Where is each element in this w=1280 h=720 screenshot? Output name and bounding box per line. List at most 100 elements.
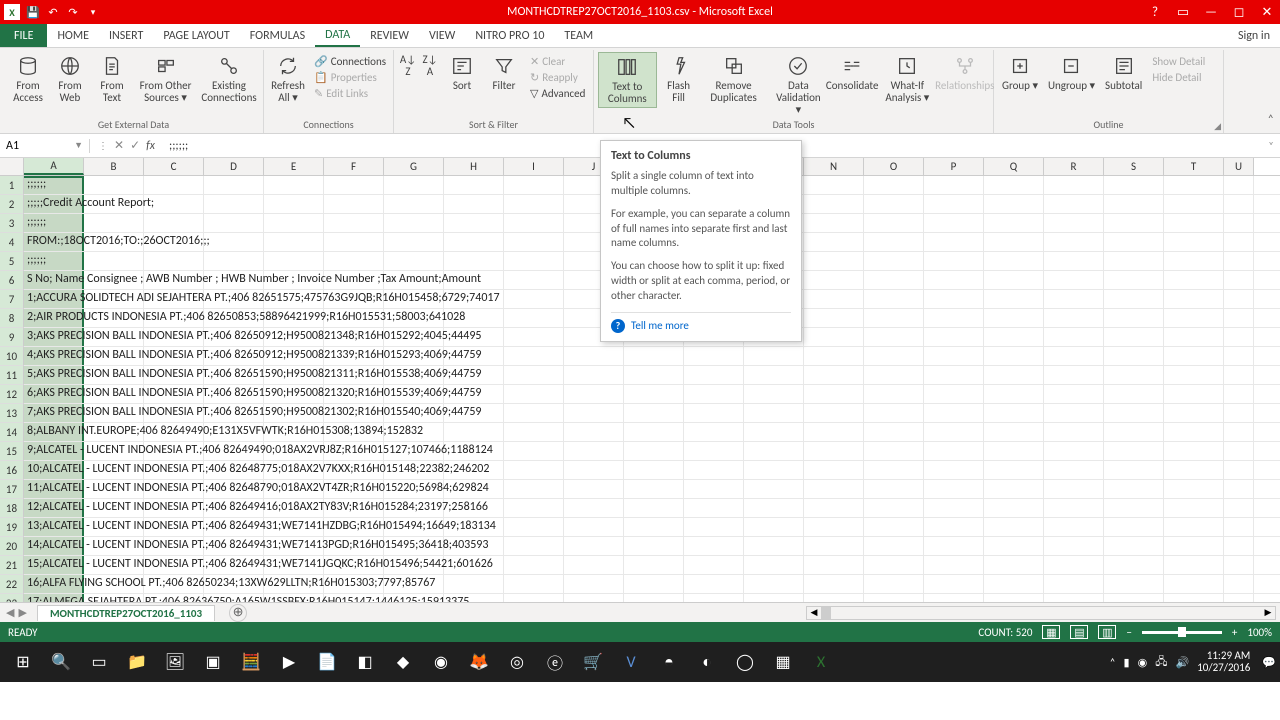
sort-az-button[interactable]: A↓Z [398,52,418,82]
tray-icon[interactable]: ◉ [1138,656,1148,669]
chevron-down-icon[interactable]: ▼ [74,140,83,151]
app-icon[interactable]: ▶ [270,646,308,678]
refresh-all-button[interactable]: Refresh All ▾ [268,52,308,106]
excel-taskbar-icon[interactable]: X [802,646,840,678]
row-header[interactable]: 16 [0,461,24,480]
file-tab[interactable]: FILE [0,24,47,47]
row-header[interactable]: 14 [0,423,24,442]
sheet-next-icon[interactable]: ▶ [18,606,26,619]
column-header-N[interactable]: N [804,158,864,175]
column-header-D[interactable]: D [204,158,264,175]
tab-home[interactable]: HOME [47,24,99,47]
row-header[interactable]: 21 [0,556,24,575]
column-header-Q[interactable]: Q [984,158,1044,175]
horizontal-scrollbar[interactable]: ◀ ▶ [806,606,1276,620]
app-icon[interactable]: ▦ [764,646,802,678]
row-header[interactable]: 17 [0,480,24,499]
zoom-slider[interactable] [1142,631,1222,634]
cancel-formula-icon[interactable]: ✕ [114,138,124,153]
tab-nitro[interactable]: NITRO PRO 10 [465,24,554,47]
minimize-button[interactable]: — [1198,2,1224,22]
search-icon[interactable]: 🔍 [42,646,80,678]
volume-icon[interactable]: 🔊 [1175,656,1189,669]
consolidate-button[interactable]: Consolidate [830,52,874,94]
zoom-in-button[interactable]: + [1232,626,1237,639]
close-button[interactable]: ✕ [1254,2,1280,22]
from-access-button[interactable]: From Access [8,52,48,106]
group-button[interactable]: Group ▾ [998,52,1042,94]
column-header-S[interactable]: S [1104,158,1164,175]
scroll-left-icon[interactable]: ◀ [807,607,821,619]
row-header[interactable]: 15 [0,442,24,461]
chrome-icon[interactable]: ◎ [498,646,536,678]
row-header[interactable]: 22 [0,575,24,594]
subtotal-button[interactable]: Subtotal [1101,52,1146,94]
column-header-R[interactable]: R [1044,158,1104,175]
visio-icon[interactable]: V [612,646,650,678]
from-other-sources-button[interactable]: From Other Sources ▾ [134,52,197,106]
zoom-out-button[interactable]: − [1126,626,1131,639]
fx-icon[interactable]: fx [146,139,155,153]
help-button[interactable]: ? [1142,2,1168,22]
column-header-I[interactable]: I [504,158,564,175]
collapse-ribbon-icon[interactable]: ˄ [1268,113,1274,127]
row-header[interactable]: 6 [0,271,24,290]
firefox-icon[interactable]: 🦊 [460,646,498,678]
calculator-icon[interactable]: 🧮 [232,646,270,678]
tab-insert[interactable]: INSERT [99,24,153,47]
sheet-prev-icon[interactable]: ◀ [6,606,14,619]
row-header[interactable]: 8 [0,309,24,328]
accept-formula-icon[interactable]: ✓ [130,138,140,153]
advanced-button[interactable]: ▽Advanced [526,86,589,101]
row-header[interactable]: 11 [0,366,24,385]
app-icon[interactable]: 📄 [308,646,346,678]
connections-button[interactable]: 🔗Connections [310,54,390,69]
page-layout-view-button[interactable]: ▤ [1070,625,1088,639]
undo-icon[interactable]: ↶ [46,5,60,19]
qat-dropdown-icon[interactable]: ▾ [86,5,100,19]
select-all-button[interactable] [0,158,24,175]
tray-up-icon[interactable]: ˄ [1110,656,1116,669]
terminal-icon[interactable]: ▣ [194,646,232,678]
save-icon[interactable]: 💾 [26,5,40,19]
row-header[interactable]: 3 [0,214,24,233]
column-header-B[interactable]: B [84,158,144,175]
tab-review[interactable]: REVIEW [360,24,419,47]
column-header-C[interactable]: C [144,158,204,175]
sheet-nav[interactable]: ◀▶ [0,606,33,619]
row-header[interactable]: 12 [0,385,24,404]
app-icon[interactable]: ◯ [726,646,764,678]
column-header-E[interactable]: E [264,158,324,175]
zoom-level[interactable]: 100% [1247,626,1272,639]
flash-fill-button[interactable]: Flash Fill [659,52,699,106]
app-icon[interactable]: ◉ [422,646,460,678]
tab-formulas[interactable]: FORMULAS [240,24,315,47]
redo-icon[interactable]: ↷ [66,5,80,19]
column-header-O[interactable]: O [864,158,924,175]
tab-data[interactable]: DATA [315,24,360,47]
existing-connections-button[interactable]: Existing Connections [199,52,259,106]
dropdown-icon[interactable]: ⋮ [98,139,108,152]
tab-view[interactable]: VIEW [419,24,465,47]
column-header-F[interactable]: F [324,158,384,175]
edge-icon[interactable]: ⓔ [536,646,574,678]
row-header[interactable]: 2 [0,195,24,214]
whatif-button[interactable]: What-If Analysis ▾ [876,52,939,106]
sort-button[interactable]: Sort [442,52,482,94]
add-sheet-button[interactable]: ⊕ [229,604,247,622]
dialog-launcher-icon[interactable]: ◢ [1214,121,1221,132]
filter-button[interactable]: Filter [484,52,524,94]
photos-icon[interactable]: 🖼 [156,646,194,678]
from-text-button[interactable]: From Text [92,52,132,106]
row-header[interactable]: 19 [0,518,24,537]
page-break-view-button[interactable]: ▥ [1098,625,1116,639]
column-header-T[interactable]: T [1164,158,1224,175]
system-clock[interactable]: 11:29 AM 10/27/2016 [1197,650,1254,674]
row-header[interactable]: 10 [0,347,24,366]
zoom-thumb[interactable] [1178,627,1186,637]
row-header[interactable]: 5 [0,252,24,271]
column-header-P[interactable]: P [924,158,984,175]
tab-pagelayout[interactable]: PAGE LAYOUT [153,24,239,47]
row-header[interactable]: 20 [0,537,24,556]
scroll-right-icon[interactable]: ▶ [1261,607,1275,619]
